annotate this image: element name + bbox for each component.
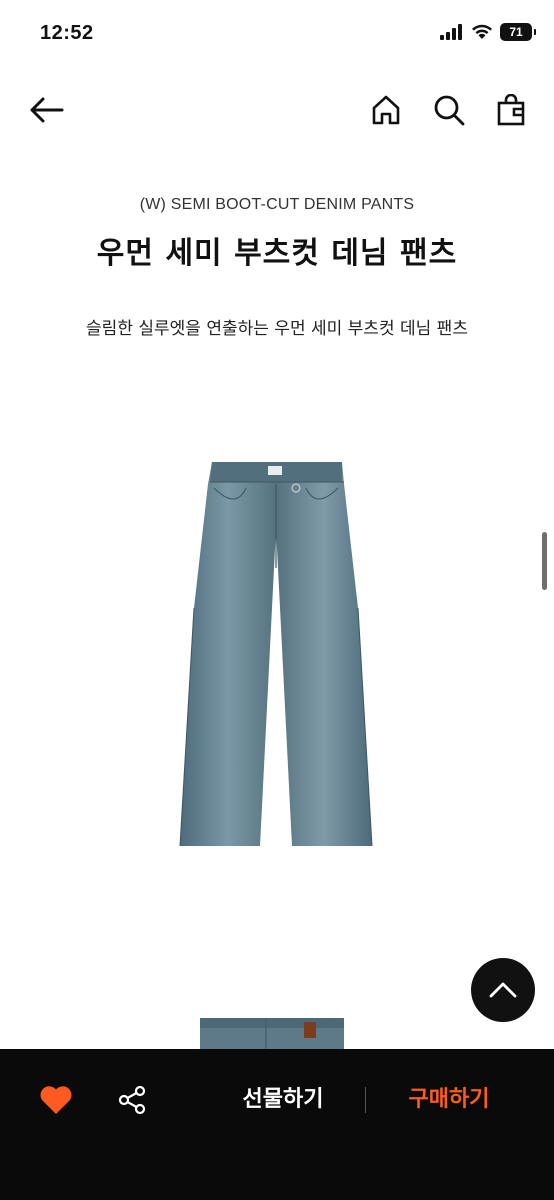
shopping-bag-button[interactable]: [491, 90, 531, 130]
back-button[interactable]: [26, 90, 66, 130]
arrow-left-icon: [30, 97, 64, 123]
product-image: [179, 462, 373, 847]
battery-level: 71: [509, 25, 523, 39]
home-button[interactable]: [366, 90, 406, 130]
gift-button[interactable]: 선물하기: [218, 1082, 348, 1118]
product-english-name: (W) SEMI BOOT-CUT DENIM PANTS: [139, 196, 415, 213]
signal-icon: [440, 24, 462, 40]
wifi-icon: [472, 24, 492, 39]
search-button[interactable]: [429, 90, 469, 130]
shopping-bag-icon: [497, 94, 525, 126]
search-icon: [434, 95, 465, 126]
status-time: 12:52: [40, 22, 94, 44]
scrollbar[interactable]: [542, 532, 547, 590]
buy-button[interactable]: 구매하기: [384, 1082, 514, 1118]
bottom-action-bar: 선물하기 구매하기: [0, 1049, 554, 1200]
product-description: 슬림한 실루엣을 연출하는 우먼 세미 부츠컷 데님 팬츠: [86, 319, 468, 339]
home-icon: [372, 95, 400, 125]
status-icons: 71: [440, 23, 536, 41]
scroll-to-top-button[interactable]: [471, 958, 535, 1022]
product-title: 우먼 세미 부츠컷 데님 팬츠: [96, 236, 458, 271]
chevron-up-icon: [489, 982, 517, 998]
like-button[interactable]: [36, 1080, 76, 1120]
status-bar: 12:52 71: [0, 0, 554, 68]
heart-icon: [40, 1086, 72, 1114]
share-icon: [118, 1085, 146, 1115]
product-header: (W) SEMI BOOT-CUT DENIM PANTS 우먼 세미 부츠컷 …: [0, 196, 554, 272]
top-nav-bar: [0, 78, 554, 142]
divider: [365, 1087, 366, 1113]
battery-icon: 71: [500, 23, 536, 41]
share-button[interactable]: [112, 1080, 152, 1120]
